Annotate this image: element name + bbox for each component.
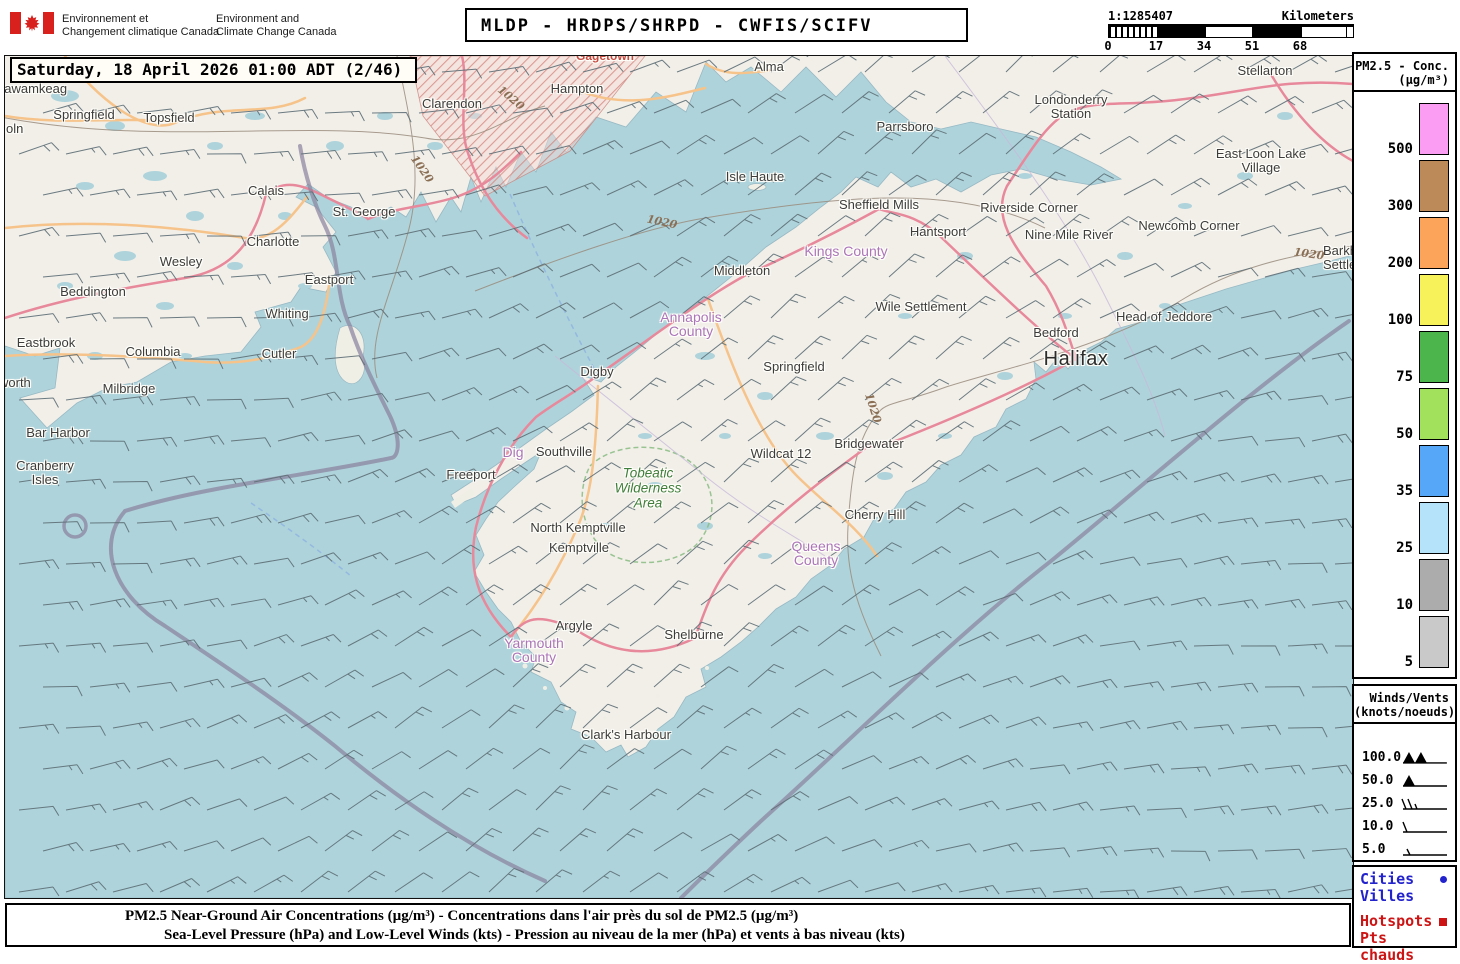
map-graphics — [5, 56, 1353, 898]
wind-speed-row: 10.0 — [1354, 815, 1455, 838]
legend-swatch — [1419, 616, 1449, 668]
canada-flag-logo — [10, 12, 54, 34]
wind-barb-icon — [1401, 798, 1447, 810]
scale-bar-segments — [1108, 26, 1354, 38]
wind-barb-icon — [1403, 848, 1447, 856]
wind-speed-value: 50.0 — [1362, 773, 1394, 788]
eccc-dispersion-map: Environnement et Changement climatique Ca… — [0, 0, 1460, 964]
wind-speed-value: 5.0 — [1362, 842, 1386, 857]
legend-row: 50 — [1354, 388, 1449, 442]
legend-row: 200 — [1354, 217, 1449, 271]
legend-row: 500 — [1354, 103, 1449, 157]
wind-barb-icon — [1402, 821, 1447, 833]
wind-speed-row: 5.0 — [1354, 838, 1455, 861]
scale-tick: 0 — [1104, 39, 1112, 53]
legend-swatch — [1419, 445, 1449, 497]
legend-value: 300 — [1387, 198, 1413, 214]
scale-tick: 17 — [1148, 39, 1164, 53]
caption-box: PM2.5 Near-Ground Air Concentrations (µg… — [5, 903, 1351, 947]
scale-tick: 34 — [1196, 39, 1212, 53]
wind-speed-row: 100.0 — [1354, 746, 1455, 769]
scale-bar-ticks: 0 17 34 51 68 — [1104, 38, 1354, 53]
legend-value: 25 — [1396, 540, 1413, 556]
hotspots-label-fr: Pts chauds — [1360, 929, 1415, 964]
pm25-legend: PM2.5 - Conc. (µg/m³) 500 300 200 100 75 50 35… — [1352, 52, 1457, 679]
legend-row: 300 — [1354, 160, 1449, 214]
wind-speed-value: 100.0 — [1362, 750, 1402, 765]
markers-legend: Cities Villes Hotspots Pts chauds — [1352, 865, 1457, 964]
scale-tick: 51 — [1244, 39, 1260, 53]
legend-swatch — [1419, 160, 1449, 212]
cities-label-en: Cities — [1360, 870, 1415, 888]
caption-line2: Sea-Level Pressure (hPa) and Low-Level W… — [164, 927, 905, 943]
timestamp-box: Saturday, 18 April 2026 01:00 ADT (2/46) — [10, 57, 417, 83]
legend-value: 5 — [1404, 654, 1413, 670]
cities-label-fr: Villes — [1360, 887, 1415, 905]
legend-swatch — [1419, 331, 1449, 383]
legend-value: 100 — [1387, 312, 1413, 328]
legend-row: 10 — [1354, 559, 1449, 613]
scale-bar: 1:1285407 Kilometers 0 17 34 51 68 — [1104, 9, 1354, 53]
wind-barb-icon — [1403, 774, 1447, 787]
hotspots-label-en: Hotspots — [1360, 912, 1433, 930]
wind-barb-icon — [1403, 751, 1448, 764]
legend-value: 10 — [1396, 597, 1413, 613]
winds-legend: Winds/Vents (knots/noeuds) 100.0 50.0 25.0… — [1352, 684, 1457, 862]
product-title: MLDP - HRDPS/SHRPD - CWFIS/SCIFV — [465, 8, 968, 42]
hotspot-marker-icon — [1439, 917, 1447, 926]
scale-unit: Kilometers — [1281, 9, 1354, 23]
pm25-legend-title: PM2.5 - Conc. — [1355, 59, 1449, 73]
legend-value: 50 — [1396, 426, 1413, 442]
wind-speed-row: 50.0 — [1354, 769, 1455, 792]
scale-ratio: 1:1285407 — [1108, 9, 1174, 23]
pm25-legend-unit: (µg/m³) — [1398, 73, 1449, 87]
winds-legend-subtitle: (knots/noeuds) — [1354, 705, 1456, 719]
legend-swatch — [1419, 274, 1449, 326]
legend-row: 25 — [1354, 502, 1449, 556]
map-canvas: ttawamkeag Springfield Topsfield oln Calais S… — [4, 55, 1354, 899]
legend-swatch — [1419, 103, 1449, 155]
legend-value: 35 — [1396, 483, 1413, 499]
city-marker-icon — [1440, 876, 1447, 883]
legend-row: 5 — [1354, 616, 1449, 670]
wind-speed-value: 10.0 — [1362, 819, 1394, 834]
logo-text-fr: Environnement et Changement climatique Ca… — [62, 13, 220, 38]
legend-value: 500 — [1387, 141, 1413, 157]
legend-row: 75 — [1354, 331, 1449, 385]
legend-swatch — [1419, 559, 1449, 611]
legend-swatch — [1419, 388, 1449, 440]
legend-value: 200 — [1387, 255, 1413, 271]
legend-row: 100 — [1354, 274, 1449, 328]
legend-swatch — [1419, 502, 1449, 554]
legend-row: 35 — [1354, 445, 1449, 499]
wind-speed-row: 25.0 — [1354, 792, 1455, 815]
caption-line1: PM2.5 Near-Ground Air Concentrations (µg… — [125, 908, 799, 924]
legend-swatch — [1419, 217, 1449, 269]
logo-text-en: Environment and Climate Change Canada — [216, 13, 337, 38]
winds-legend-title: Winds/Vents — [1369, 691, 1449, 705]
scale-tick: 68 — [1292, 39, 1308, 53]
legend-value: 75 — [1396, 369, 1413, 385]
wind-speed-value: 25.0 — [1362, 796, 1394, 811]
